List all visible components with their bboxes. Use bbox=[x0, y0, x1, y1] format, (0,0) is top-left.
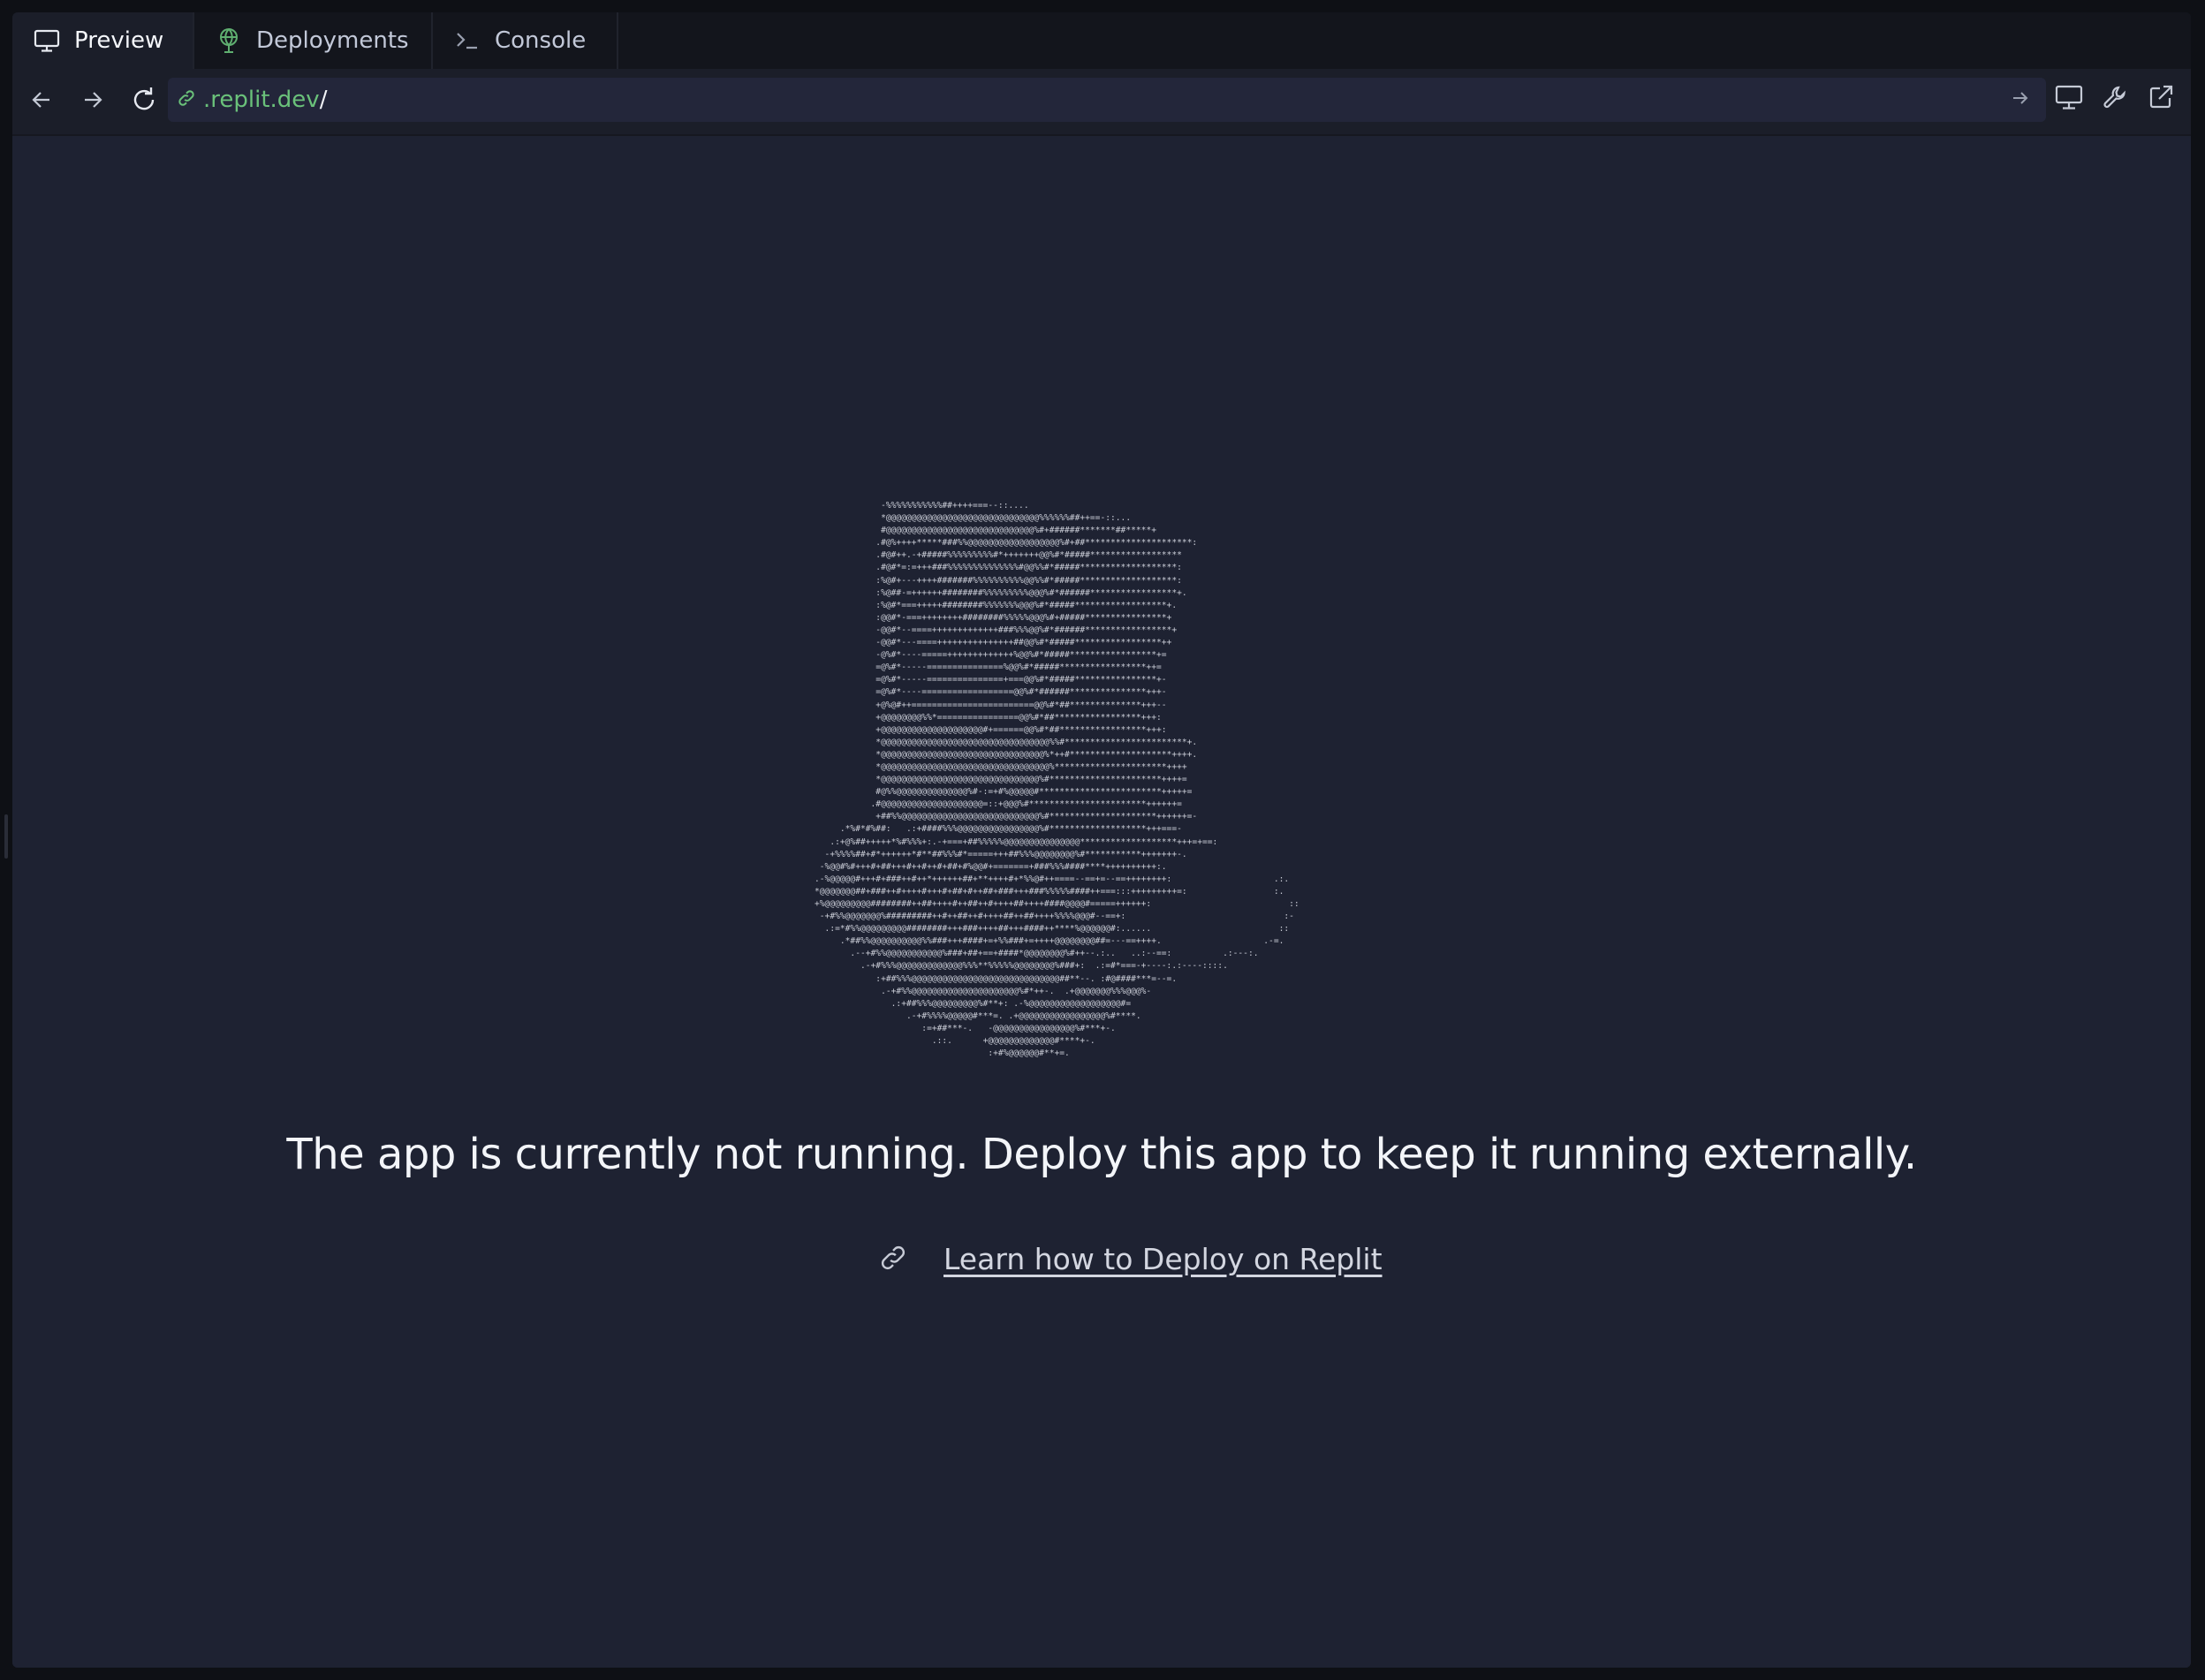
terminal-icon bbox=[454, 27, 481, 54]
preview-content: -%%%%%%%%%%%##++++===--::.... *@@@@@@@@@… bbox=[12, 136, 2191, 1668]
url-domain: .replit.dev bbox=[203, 87, 320, 113]
link-icon bbox=[177, 88, 196, 111]
tab-console[interactable]: Console bbox=[433, 12, 618, 69]
arrow-left-icon bbox=[30, 88, 53, 115]
reload-icon bbox=[130, 86, 158, 117]
link-icon bbox=[878, 1243, 908, 1276]
url-path: / bbox=[319, 87, 328, 113]
address-bar: .replit.dev/ bbox=[12, 69, 2191, 136]
external-link-icon bbox=[2148, 84, 2174, 114]
open-new-tab-button[interactable] bbox=[2141, 79, 2180, 118]
learn-link-text[interactable]: Learn how to Deploy on Replit bbox=[943, 1242, 1383, 1276]
url-field[interactable]: .replit.dev/ bbox=[168, 78, 2046, 122]
tab-bar: Preview Deployments Console bbox=[12, 12, 2191, 69]
deploy-globe-icon bbox=[216, 27, 242, 54]
tab-label: Deployments bbox=[256, 27, 409, 54]
tab-deployments[interactable]: Deployments bbox=[194, 12, 433, 69]
monitor-icon bbox=[2055, 84, 2083, 114]
ascii-art-illustration: -%%%%%%%%%%%##++++===--::.... *@@@@@@@@@… bbox=[815, 501, 1300, 1059]
arrow-right-icon bbox=[81, 88, 104, 115]
tab-label: Preview bbox=[74, 27, 164, 54]
reload-button[interactable] bbox=[122, 79, 166, 124]
tab-label: Console bbox=[495, 27, 587, 54]
back-button[interactable] bbox=[19, 79, 64, 124]
url-text: .replit.dev/ bbox=[203, 87, 327, 113]
toolbar-right bbox=[2050, 79, 2180, 118]
tab-preview[interactable]: Preview bbox=[12, 12, 194, 69]
preview-window: Preview Deployments Console .replit.dev/… bbox=[12, 12, 2191, 1668]
status-message: The app is currently not running. Deploy… bbox=[286, 1130, 1917, 1179]
devtools-button[interactable] bbox=[2095, 79, 2134, 118]
forward-button[interactable] bbox=[71, 79, 115, 124]
wrench-icon bbox=[2102, 84, 2128, 114]
device-preview-button[interactable] bbox=[2050, 79, 2088, 118]
arrow-right-icon bbox=[2011, 88, 2030, 111]
monitor-icon bbox=[34, 27, 60, 54]
learn-deploy-link[interactable]: Learn how to Deploy on Replit bbox=[878, 1242, 1383, 1276]
resize-handle[interactable] bbox=[4, 814, 8, 859]
go-button[interactable] bbox=[2007, 87, 2034, 113]
